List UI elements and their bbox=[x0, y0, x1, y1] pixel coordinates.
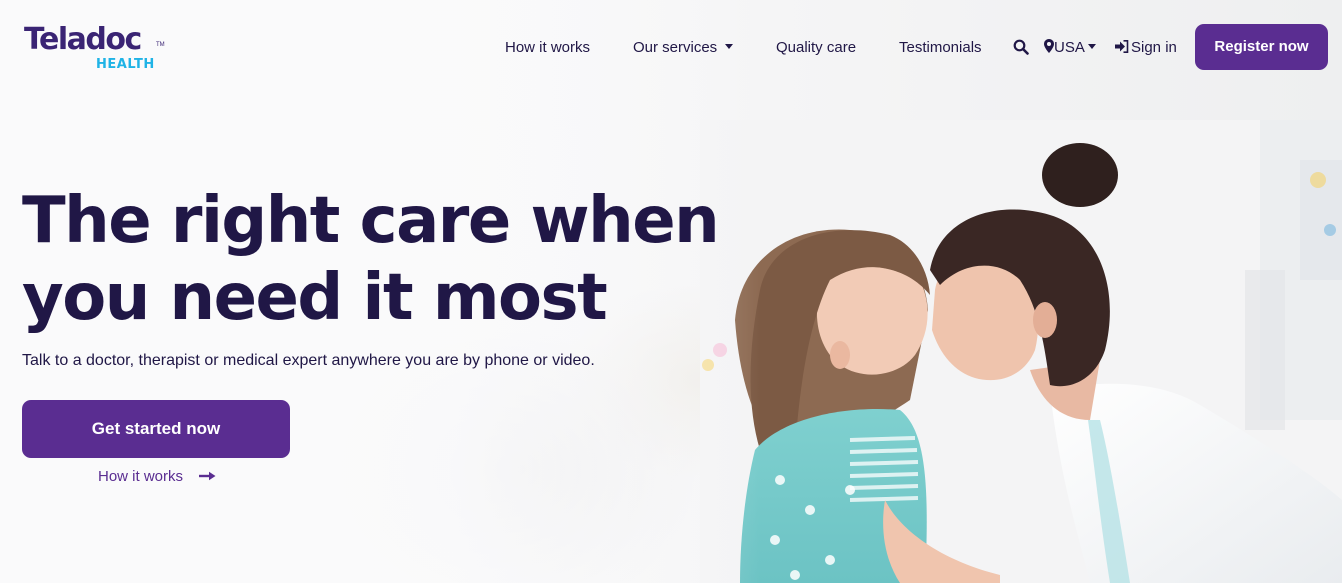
caret-down-icon bbox=[725, 44, 734, 49]
site-header: Teladoc TM HEALTH How it works Our servi… bbox=[0, 0, 1342, 95]
search-icon bbox=[1013, 39, 1029, 55]
hero-photo bbox=[700, 120, 1342, 583]
nav-label: Quality care bbox=[776, 39, 857, 56]
sign-in-icon bbox=[1115, 40, 1129, 53]
logo-wordmark: Teladoc bbox=[24, 22, 142, 57]
nav-quality-care[interactable]: Quality care bbox=[776, 38, 856, 58]
nav-label: How it works bbox=[505, 39, 591, 56]
nav-our-services[interactable]: Our services bbox=[633, 38, 734, 58]
nav-how-it-works[interactable]: How it works bbox=[505, 38, 590, 58]
how-it-works-label: How it works bbox=[98, 468, 184, 485]
hero-title: The right care when you need it most bbox=[22, 183, 722, 337]
hero-title-line-2: you need it most bbox=[22, 261, 608, 335]
nav-testimonials[interactable]: Testimonials bbox=[899, 38, 982, 58]
teladoc-logo[interactable]: Teladoc TM HEALTH bbox=[24, 22, 165, 74]
caret-down-icon bbox=[1087, 44, 1096, 49]
nav-label: Our services bbox=[633, 39, 718, 56]
get-started-button[interactable]: Get started now bbox=[22, 400, 290, 458]
hero-title-line-1: The right care when bbox=[22, 184, 720, 258]
nav-label: Testimonials bbox=[899, 39, 982, 56]
how-it-works-link[interactable]: How it works bbox=[98, 468, 216, 485]
logo-subtitle: HEALTH bbox=[96, 57, 155, 72]
region-label: USA bbox=[1054, 39, 1085, 56]
sign-in-link[interactable]: Sign in bbox=[1115, 38, 1177, 58]
map-marker-icon bbox=[1044, 39, 1054, 53]
arrow-right-icon bbox=[199, 468, 216, 485]
logo-trademark: TM bbox=[156, 42, 165, 48]
sign-in-label: Sign in bbox=[1131, 39, 1177, 56]
region-selector[interactable]: USA bbox=[1044, 38, 1096, 58]
hero-subtitle: Talk to a doctor, therapist or medical e… bbox=[22, 352, 595, 369]
register-now-button[interactable]: Register now bbox=[1195, 24, 1328, 70]
search-button[interactable] bbox=[1013, 39, 1029, 59]
